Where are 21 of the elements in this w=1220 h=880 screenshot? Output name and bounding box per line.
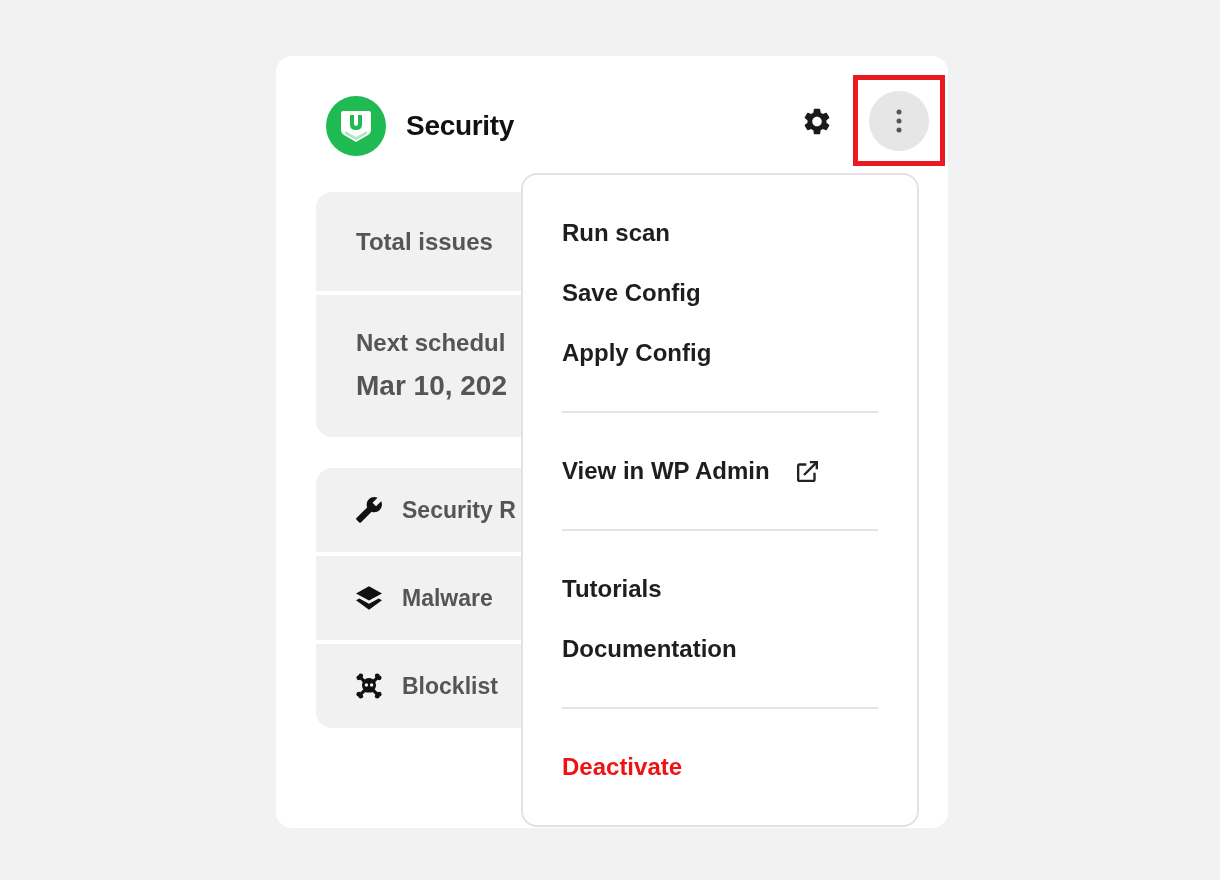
skull-crossbones-icon bbox=[356, 673, 382, 699]
menu-item[interactable]: Run scan bbox=[562, 213, 671, 253]
external-link-icon bbox=[796, 460, 818, 482]
stat-value: Mar 10, 202 bbox=[356, 369, 507, 403]
menu-item[interactable]: Apply Config bbox=[562, 333, 712, 373]
card-title: Security bbox=[406, 110, 515, 142]
menu-item[interactable]: Documentation bbox=[562, 629, 737, 669]
kebab-icon bbox=[896, 109, 902, 133]
settings-icon[interactable] bbox=[804, 107, 830, 135]
feature-link[interactable]: Security R bbox=[402, 496, 516, 524]
menu-item[interactable]: Save Config bbox=[562, 273, 701, 313]
feature-link[interactable]: Malware bbox=[402, 584, 493, 612]
menu-item[interactable]: View in WP Admin bbox=[562, 451, 818, 491]
layers-icon bbox=[356, 585, 382, 611]
feature-link[interactable]: Blocklist bbox=[402, 672, 498, 700]
shield-logo-icon bbox=[326, 96, 386, 156]
stat-label: Total issues bbox=[356, 226, 493, 257]
menu-item[interactable]: Deactivate bbox=[562, 747, 683, 787]
wrench-icon bbox=[356, 497, 382, 523]
stat-label: Next schedul bbox=[356, 328, 506, 358]
menu-item[interactable]: Tutorials bbox=[562, 569, 662, 609]
